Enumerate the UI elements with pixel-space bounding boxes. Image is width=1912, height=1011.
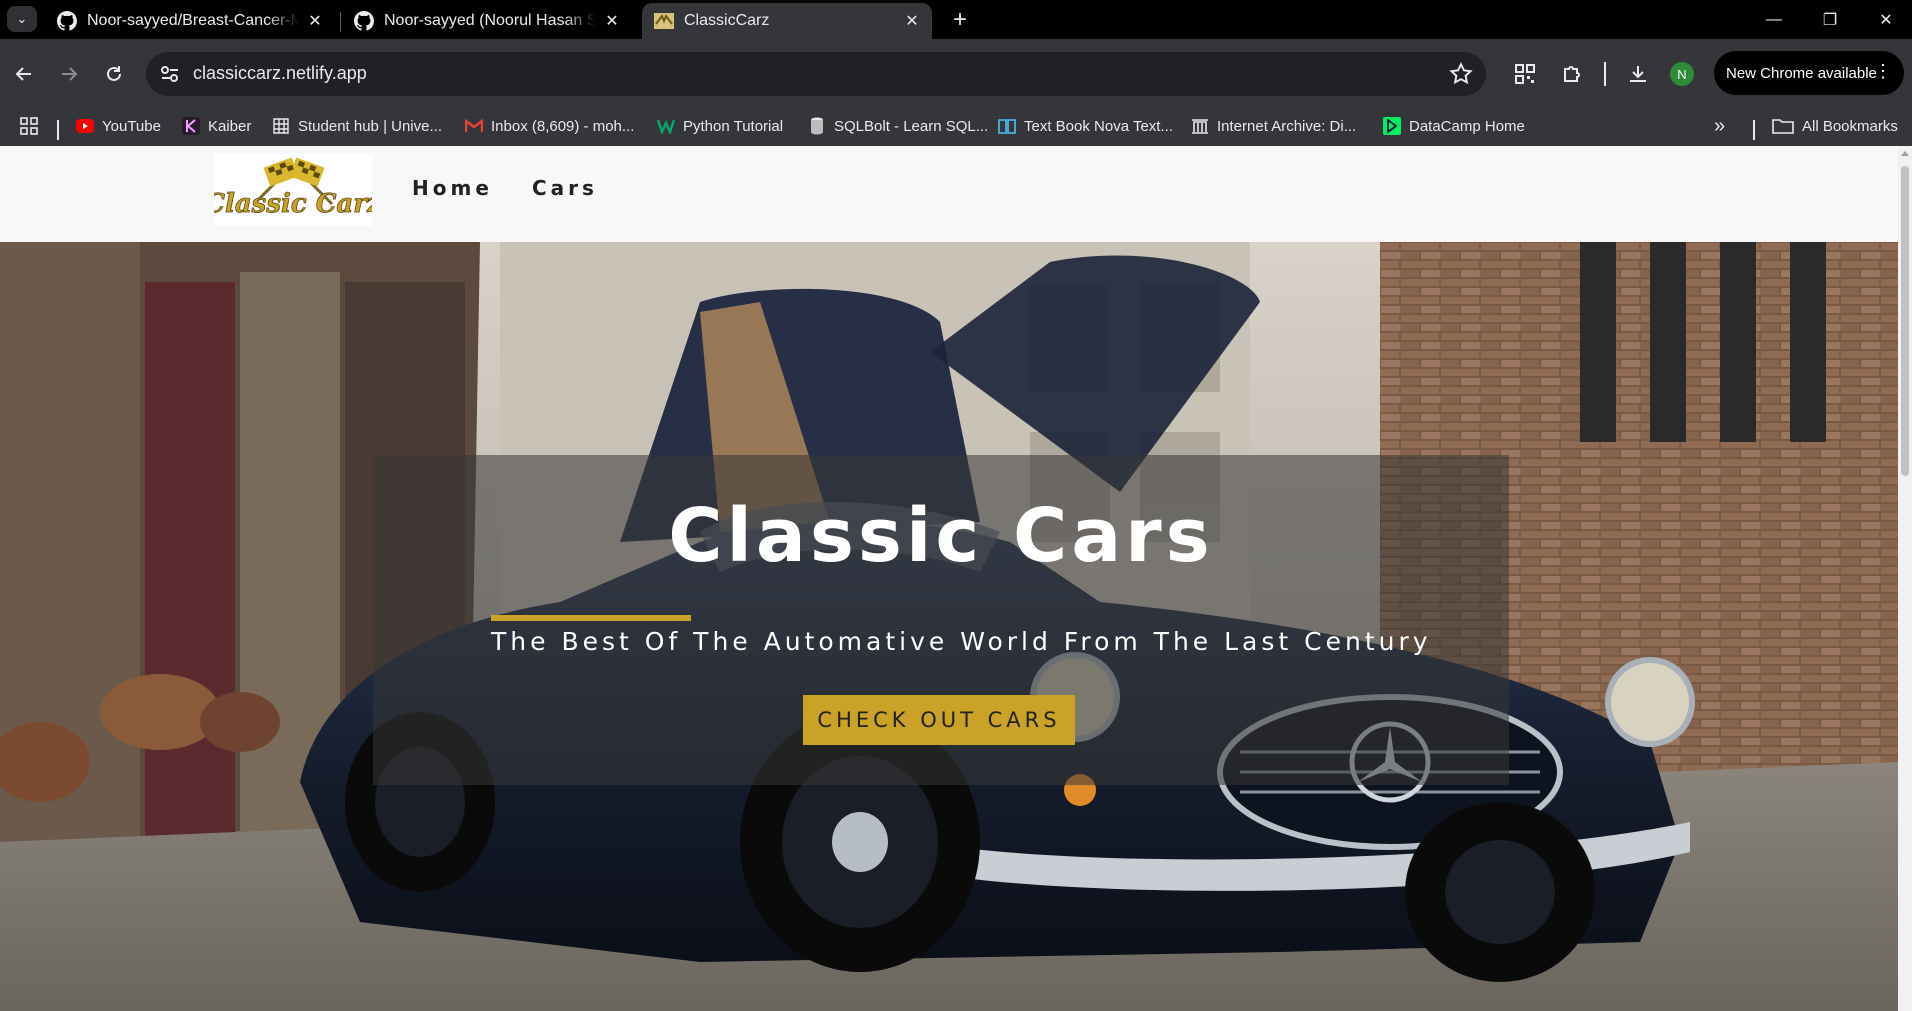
site-settings-icon[interactable] [158, 62, 182, 86]
hero-accent-line [491, 615, 691, 621]
minimize-button[interactable]: — [1746, 0, 1802, 39]
bookmarks-overflow-button[interactable]: » [1714, 108, 1725, 144]
classiccarz-favicon [654, 11, 674, 31]
check-out-cars-button[interactable]: CHECK OUT CARS [803, 695, 1075, 745]
close-icon: ✕ [1879, 11, 1893, 29]
url-text: classiccarz.netlify.app [193, 63, 367, 83]
bookmark-datacamp[interactable]: DataCamp Home [1383, 108, 1525, 144]
reload-button[interactable] [96, 56, 132, 92]
address-bar[interactable]: classiccarz.netlify.app [146, 52, 1486, 96]
folder-icon [1772, 117, 1794, 135]
bookmark-label: Text Book Nova Text... [1024, 117, 1173, 135]
toolbar-divider [1604, 62, 1606, 86]
restore-button[interactable]: ❐ [1802, 0, 1858, 39]
github-icon [57, 11, 77, 31]
back-arrow-icon [15, 67, 31, 81]
puzzle-icon [1564, 66, 1580, 82]
classic-carz-logo: Classic Carz [204, 154, 383, 226]
student-hub-icon [272, 117, 290, 135]
apps-button[interactable] [20, 108, 38, 144]
new-chrome-available-button[interactable]: New Chrome available ⋮ [1714, 51, 1904, 95]
database-icon [808, 117, 826, 135]
tab-title: Noor-sayyed/Breast-Cancer-Mo [87, 12, 299, 29]
bookmark-label: YouTube [102, 117, 161, 135]
new-chrome-label: New Chrome available [1726, 64, 1877, 82]
close-tab-icon[interactable]: ✕ [602, 11, 622, 31]
tab-profile[interactable]: Noor-sayyed (Noorul Hasan Sa ✕ [342, 3, 632, 39]
hero-title: Classic Cars [668, 493, 1214, 579]
profile-avatar[interactable]: N [1670, 62, 1694, 86]
svg-text:Classic Carz: Classic Carz [214, 189, 372, 219]
kaiber-icon [182, 117, 200, 135]
forward-button[interactable] [51, 56, 87, 92]
scroll-up-arrow-icon[interactable] [1901, 151, 1909, 156]
gmail-icon [465, 117, 483, 135]
hero-overlay-box: Classic Cars The Best Of The Automative … [373, 455, 1509, 785]
datacamp-icon [1383, 117, 1401, 135]
plus-icon: + [952, 6, 967, 33]
hero-section: Classic Cars The Best Of The Automative … [0, 242, 1898, 1011]
close-window-button[interactable]: ✕ [1858, 0, 1912, 39]
bookmark-label: Python Tutorial [683, 117, 784, 135]
restore-icon: ❐ [1822, 11, 1838, 29]
bookmarks-divider [57, 120, 59, 140]
tab-title: ClassicCarz [684, 12, 770, 29]
tab-divider [340, 12, 341, 32]
qr-code-icon [1515, 64, 1535, 84]
site-header: Classic Carz Home Cars [0, 146, 1898, 242]
tab-classiccarz[interactable]: ClassicCarz ✕ [642, 3, 932, 39]
all-bookmarks-button[interactable]: All Bookmarks [1772, 108, 1898, 144]
bookmark-youtube[interactable]: YouTube [76, 108, 161, 144]
bookmark-internet-archive[interactable]: Internet Archive: Di... [1191, 108, 1356, 144]
youtube-icon [76, 117, 94, 135]
archive-icon [1191, 117, 1209, 135]
bookmarks-divider [1753, 120, 1755, 140]
w3schools-icon [657, 117, 675, 135]
tab-search-button[interactable]: ⌄ [7, 6, 37, 32]
bookmark-star-icon[interactable] [1448, 61, 1474, 87]
bookmark-sqlbolt[interactable]: SQLBolt - Learn SQL... [808, 108, 988, 144]
reload-icon [107, 66, 121, 81]
bookmark-label: DataCamp Home [1409, 117, 1525, 135]
download-icon [1630, 66, 1646, 82]
bookmark-student-hub[interactable]: Student hub | Unive... [272, 108, 442, 144]
bookmark-label: All Bookmarks [1802, 117, 1898, 135]
book-icon [998, 117, 1016, 135]
hero-subtitle: The Best Of The Automative World From Th… [491, 627, 1432, 656]
nav-home-link[interactable]: Home [412, 176, 493, 200]
site-logo[interactable]: Classic Carz [204, 154, 383, 226]
bookmark-text-book-nova[interactable]: Text Book Nova Text... [998, 108, 1173, 144]
tab-breast-cancer[interactable]: Noor-sayyed/Breast-Cancer-Mo ✕ [45, 3, 335, 39]
extensions-button[interactable] [1554, 56, 1590, 92]
tab-title: Noor-sayyed (Noorul Hasan Sa [384, 12, 596, 29]
page-viewport: Classic Carz Home Cars [0, 146, 1898, 1011]
bookmark-label: SQLBolt - Learn SQL... [834, 117, 989, 135]
bookmark-label: Internet Archive: Di... [1217, 117, 1357, 135]
tab-strip: ⌄ Noor-sayyed/Breast-Cancer-Mo ✕ Noor-sa… [0, 0, 1912, 39]
forward-arrow-icon [62, 67, 78, 81]
new-tab-button[interactable]: + [946, 6, 974, 34]
bookmark-inbox[interactable]: Inbox (8,609) - moh... [465, 108, 634, 144]
apps-grid-icon [20, 117, 38, 135]
scrollbar-thumb[interactable] [1901, 166, 1909, 476]
more-menu-icon[interactable]: ⋮ [1874, 62, 1892, 80]
chevron-down-icon: ⌄ [16, 11, 28, 26]
minimize-icon: — [1766, 10, 1782, 28]
close-tab-icon[interactable]: ✕ [305, 11, 325, 31]
back-button[interactable] [6, 56, 42, 92]
bookmark-label: Kaiber [208, 117, 252, 135]
bookmark-kaiber[interactable]: Kaiber [182, 108, 251, 144]
close-tab-icon[interactable]: ✕ [902, 11, 922, 31]
downloads-button[interactable] [1620, 56, 1656, 92]
browser-toolbar: classiccarz.netlify.app N New Chrome ava… [0, 39, 1912, 146]
bookmark-label: Student hub | Unive... [298, 117, 442, 135]
page-scrollbar[interactable] [1898, 146, 1912, 1011]
github-icon [354, 11, 374, 31]
double-chevron-right-icon: » [1714, 114, 1726, 137]
bookmark-python-tutorial[interactable]: Python Tutorial [657, 108, 783, 144]
qr-code-button[interactable] [1507, 56, 1543, 92]
nav-cars-link[interactable]: Cars [532, 176, 598, 200]
bookmark-label: Inbox (8,609) - moh... [491, 117, 635, 135]
